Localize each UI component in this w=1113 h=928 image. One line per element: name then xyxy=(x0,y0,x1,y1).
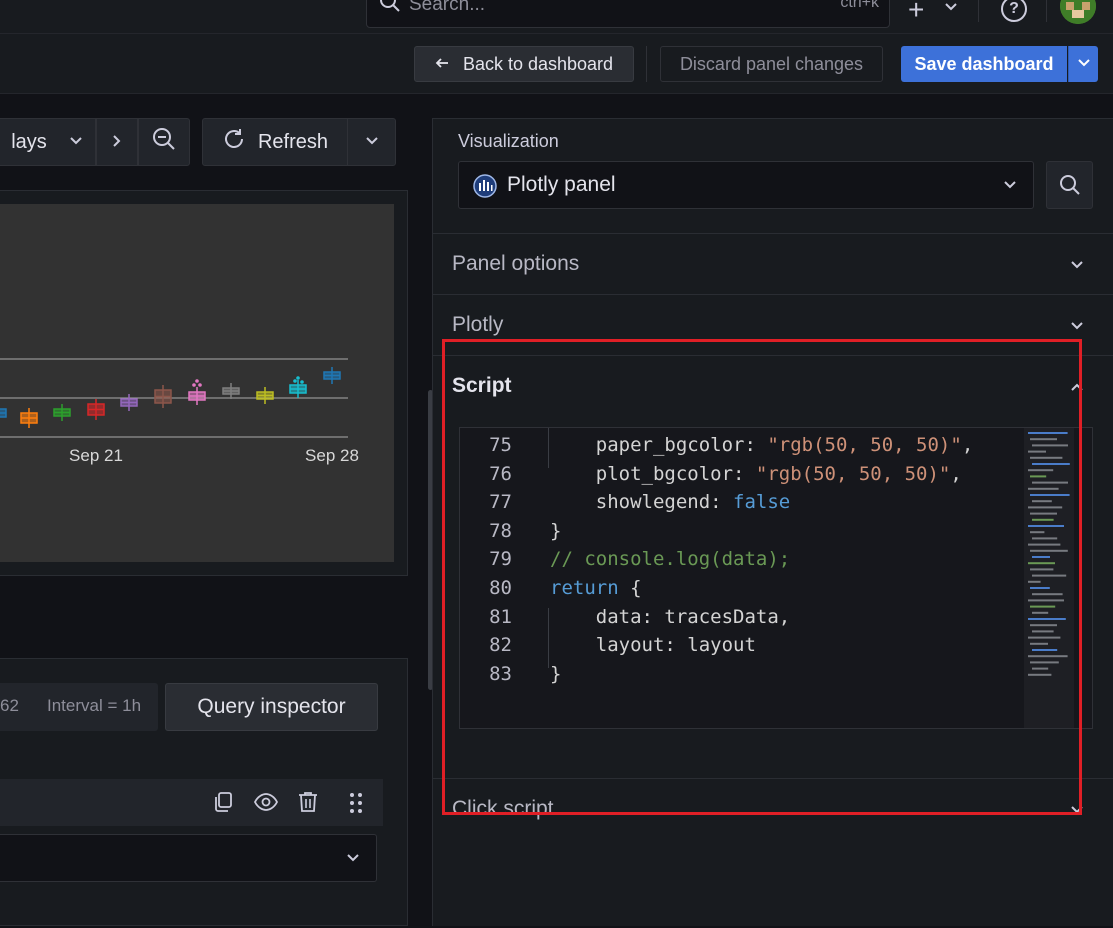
zoom-out-icon xyxy=(152,127,176,157)
discard-label: Discard panel changes xyxy=(679,53,864,74)
chart-canvas: Sep 21 Sep 28 xyxy=(0,358,359,465)
visualization-search-button[interactable] xyxy=(1046,161,1093,209)
box-mark xyxy=(120,394,138,411)
outlier-point xyxy=(293,379,297,383)
chevron-down-icon xyxy=(346,851,360,870)
box-mark xyxy=(154,385,172,408)
drag-handle-icon[interactable] xyxy=(349,792,363,819)
time-range-picker[interactable]: lays xyxy=(0,118,96,166)
section-panel-options[interactable]: Panel options xyxy=(433,233,1113,294)
time-forward-button[interactable] xyxy=(96,118,138,166)
box-mark xyxy=(188,387,206,405)
save-dashboard-button[interactable]: Save dashboard xyxy=(901,46,1067,82)
annotation-highlight-box xyxy=(442,339,1082,815)
x-tick-label: Sep 21 xyxy=(69,446,123,465)
search-placeholder: Search... xyxy=(409,0,486,15)
refresh-label: Refresh xyxy=(257,130,329,153)
divider xyxy=(1046,0,1047,22)
query-editor-area: 62 Interval = 1h Query inspector xyxy=(0,658,408,926)
plotly-logo-icon xyxy=(473,174,497,203)
box-mark xyxy=(323,367,341,384)
plugin-name: Plotly panel xyxy=(507,173,616,196)
avatar[interactable] xyxy=(1060,0,1096,24)
chevron-down-icon[interactable] xyxy=(944,0,958,19)
section-title: Panel options xyxy=(452,252,580,275)
zoom-out-button[interactable] xyxy=(138,118,190,166)
box-mark xyxy=(222,383,240,399)
back-to-dashboard-button[interactable]: Back to dashboard xyxy=(414,46,634,82)
outlier-point xyxy=(296,376,300,380)
back-label: Back to dashboard xyxy=(462,53,614,74)
box-mark xyxy=(20,408,38,428)
eye-icon[interactable] xyxy=(253,792,279,817)
query-select[interactable] xyxy=(0,834,377,882)
refresh-button[interactable]: Refresh xyxy=(202,118,348,166)
edit-panel-toolbar: Back to dashboard Discard panel changes … xyxy=(0,34,1113,94)
duplicate-query-icon[interactable] xyxy=(213,791,235,818)
chevron-down-icon xyxy=(1077,54,1091,75)
chevron-down-icon xyxy=(1070,319,1084,338)
save-label: Save dashboard xyxy=(914,53,1054,74)
query-inspector-label: Query inspector xyxy=(197,695,346,718)
box-mark xyxy=(53,404,71,421)
section-title: Plotly xyxy=(452,313,504,336)
trash-icon[interactable] xyxy=(298,791,318,818)
chevron-down-icon xyxy=(365,131,379,154)
interval-label: Interval = 1h xyxy=(47,696,142,715)
top-navbar: Search... ctrl+k + ? xyxy=(0,0,1113,34)
save-options-dropdown[interactable] xyxy=(1068,46,1098,82)
refresh-interval-dropdown[interactable] xyxy=(347,118,396,166)
add-plus-icon[interactable]: + xyxy=(908,0,924,26)
query-inspector-button[interactable]: Query inspector xyxy=(165,683,378,731)
query-info: 62 Interval = 1h xyxy=(0,683,158,731)
help-icon[interactable]: ? xyxy=(1001,0,1027,22)
visualization-picker[interactable]: Plotly panel xyxy=(458,161,1034,209)
outlier-point xyxy=(192,383,196,387)
search-icon xyxy=(379,0,401,18)
visualization-label: Visualization xyxy=(458,131,559,151)
query-count: 62 xyxy=(0,696,19,715)
chevron-down-icon xyxy=(1070,258,1084,277)
outlier-point xyxy=(195,379,199,383)
divider xyxy=(978,0,979,22)
divider xyxy=(646,46,647,82)
plotly-chart[interactable]: Sep 21 Sep 28 xyxy=(0,204,394,562)
outlier-point xyxy=(300,380,304,384)
search-input[interactable]: Search... ctrl+k xyxy=(366,0,890,28)
query-row-header xyxy=(0,779,383,826)
outlier-point xyxy=(198,383,202,387)
box-mark xyxy=(0,408,7,418)
discard-panel-changes-button[interactable]: Discard panel changes xyxy=(660,46,883,82)
box-mark xyxy=(256,387,274,404)
chevron-down-icon xyxy=(1003,178,1017,197)
box-mark xyxy=(87,399,105,420)
chevron-down-icon xyxy=(69,131,83,154)
time-range-label: lays xyxy=(11,130,47,153)
search-icon xyxy=(1059,174,1081,201)
x-tick-label: Sep 28 xyxy=(305,446,359,465)
arrow-left-icon xyxy=(435,54,449,75)
search-shortcut: ctrl+k xyxy=(840,0,879,11)
refresh-icon xyxy=(222,127,246,157)
chevron-right-icon xyxy=(110,131,124,154)
